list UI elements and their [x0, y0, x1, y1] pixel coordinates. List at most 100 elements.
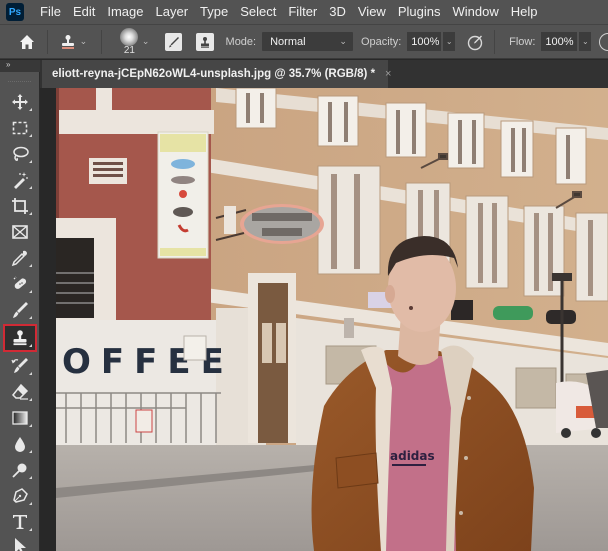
menu-type[interactable]: Type [194, 0, 234, 24]
tool-group-indicator [29, 160, 32, 163]
pen-tool[interactable] [5, 484, 35, 508]
type-tool[interactable] [5, 510, 35, 534]
photoshop-logo-icon[interactable]: Ps [6, 3, 24, 21]
frame-icon [12, 225, 28, 239]
gradient-icon [12, 411, 28, 425]
flow-value: 100% [545, 35, 574, 48]
divider [494, 29, 496, 54]
healing-brush-tool[interactable] [5, 272, 35, 296]
crop-tool[interactable] [5, 194, 35, 218]
toolbar-grip[interactable] [8, 72, 31, 82]
flow-dropdown[interactable]: ⌄ [579, 32, 592, 51]
tool-preset-picker[interactable]: ⌄ [60, 34, 88, 50]
menu-view[interactable]: View [352, 0, 392, 24]
home-icon [20, 34, 35, 49]
menu-file[interactable]: File [34, 0, 67, 24]
shop-sign [493, 306, 533, 320]
document-tab[interactable]: eliott-reyna-jCEpN62oWL4-unsplash.jpg @ … [42, 60, 391, 88]
crop-icon [12, 198, 28, 214]
menu-edit[interactable]: Edit [67, 0, 101, 24]
marquee-icon [12, 121, 28, 135]
document-tab-bar: eliott-reyna-jCEpN62oWL4-unsplash.jpg @ … [40, 60, 608, 88]
photo-canvas: OFFEE adidas [56, 88, 608, 551]
rectangular-marquee-tool[interactable] [5, 116, 35, 140]
divider [101, 29, 103, 54]
opacity-dropdown[interactable]: ⌄ [443, 32, 456, 51]
canvas-area[interactable]: OFFEE adidas [41, 88, 608, 551]
clone-stamp-icon [61, 34, 74, 49]
tool-group-indicator [29, 344, 32, 347]
eyedropper-icon [11, 250, 27, 267]
opacity-value: 100% [411, 35, 440, 48]
coffee-sign-text: OFFEE [62, 342, 234, 382]
tool-group-indicator [29, 476, 32, 479]
chevron-down-icon[interactable]: ⌄ [142, 36, 150, 47]
opacity-input[interactable]: 100% [407, 32, 442, 51]
eyedropper-tool[interactable] [5, 246, 35, 270]
clone-stamp-tool[interactable] [3, 324, 37, 352]
mode-value: Normal [270, 35, 306, 48]
eraser-tool[interactable] [5, 380, 35, 404]
menu-3d[interactable]: 3D [323, 0, 352, 24]
home-button[interactable] [18, 34, 37, 50]
tool-group-indicator [29, 134, 32, 137]
tool-group-indicator [29, 108, 32, 111]
tool-group-indicator [29, 450, 32, 453]
toggle-clone-source-button[interactable] [196, 32, 214, 51]
brush-tool[interactable] [5, 298, 35, 322]
chevron-down-icon: ⌄ [79, 36, 88, 46]
frame-tool[interactable] [5, 220, 35, 244]
blur-drop-icon [15, 437, 25, 452]
clone-stamp-icon [13, 330, 27, 346]
pressure-opacity-icon [468, 35, 483, 50]
magic-wand-icon [14, 172, 28, 189]
blur-tool[interactable] [5, 432, 35, 456]
menu-filter[interactable]: Filter [282, 0, 323, 24]
shop-sign [451, 300, 473, 320]
tool-group-indicator [29, 186, 32, 189]
options-bar: ⌄ 21 ⌄ Mode: Normal ⌄ Opacity: 100% ⌄ Fl… [0, 24, 608, 59]
magic-wand-tool[interactable] [5, 168, 35, 192]
document-image[interactable]: OFFEE adidas [56, 88, 608, 551]
dodge-tool[interactable] [5, 458, 35, 482]
toggle-brush-settings-button[interactable] [165, 32, 183, 51]
menu-image[interactable]: Image [101, 0, 149, 24]
tool-group-indicator [29, 316, 32, 319]
menu-select[interactable]: Select [234, 0, 282, 24]
flow-label: Flow: [509, 35, 536, 48]
close-tab-icon[interactable]: × [385, 68, 391, 80]
brush-size: 21 [123, 44, 135, 56]
tools-panel [0, 72, 40, 551]
brush-settings-icon [168, 36, 179, 47]
menu-window[interactable]: Window [446, 0, 504, 24]
tool-group-indicator [29, 502, 32, 505]
tool-group-indicator [29, 528, 32, 531]
menu-bar: Ps File Edit Image Layer Type Select Fil… [0, 0, 608, 24]
move-tool[interactable] [5, 90, 35, 114]
history-brush-tool[interactable] [5, 354, 35, 378]
history-brush-icon [11, 358, 28, 373]
tool-group-indicator [29, 424, 32, 427]
gradient-tool[interactable] [5, 406, 35, 430]
airbrush-button[interactable] [599, 32, 608, 51]
menu-plugins[interactable]: Plugins [392, 0, 447, 24]
flow-input[interactable]: 100% [541, 32, 578, 51]
arrow-icon [15, 538, 26, 551]
lasso-tool[interactable] [5, 142, 35, 166]
shirt-logo-text: adidas [390, 449, 435, 463]
menu-layer[interactable]: Layer [150, 0, 195, 24]
lasso-icon [13, 146, 29, 161]
mode-label: Mode: [225, 35, 257, 48]
pressure-opacity-button[interactable] [466, 33, 484, 51]
mode-select[interactable]: Normal ⌄ [262, 32, 353, 51]
tool-group-indicator [29, 212, 32, 215]
brush-preset-picker[interactable]: 21 [120, 27, 139, 56]
menu-help[interactable]: Help [505, 0, 544, 24]
tool-group-indicator [29, 264, 32, 267]
toolbar-collapse-button[interactable]: » [0, 60, 40, 72]
tool-group-indicator [29, 290, 32, 293]
move-icon [12, 94, 28, 110]
path-selection-tool[interactable] [5, 534, 35, 551]
brush-tip-icon [120, 27, 139, 46]
brush-icon [13, 302, 28, 318]
